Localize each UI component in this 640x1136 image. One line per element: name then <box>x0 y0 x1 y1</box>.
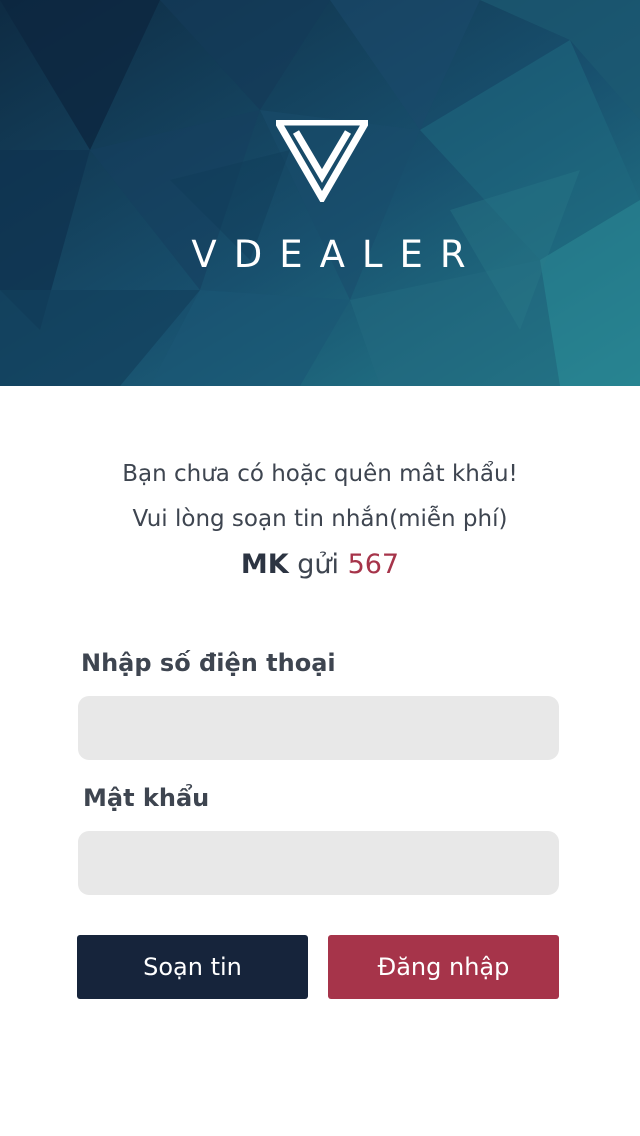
phone-label: Nhập số điện thoại <box>81 649 336 677</box>
v-triangle-logo-icon <box>276 120 368 202</box>
phone-input[interactable] <box>78 696 559 760</box>
password-label: Mật khẩu <box>83 784 210 812</box>
sms-instructions: Bạn chưa có hoặc quên mât khẩu! Vui lòng… <box>0 452 640 587</box>
password-input[interactable] <box>78 831 559 895</box>
header-banner: VDEALER <box>0 0 640 386</box>
compose-sms-button[interactable]: Soạn tin <box>77 935 308 999</box>
brand-name: VDEALER <box>191 233 483 276</box>
notice-line-1: Bạn chưa có hoặc quên mât khẩu! <box>122 461 518 487</box>
sms-keyword: MK <box>240 549 289 580</box>
notice-line-2: Vui lòng soạn tin nhắn(miễn phí) <box>132 506 508 532</box>
send-word: gửi <box>288 549 348 580</box>
sms-shortcode: 567 <box>347 549 400 580</box>
login-button[interactable]: Đăng nhập <box>328 935 559 999</box>
notice-line-3: MK gửi 567 <box>0 542 640 587</box>
